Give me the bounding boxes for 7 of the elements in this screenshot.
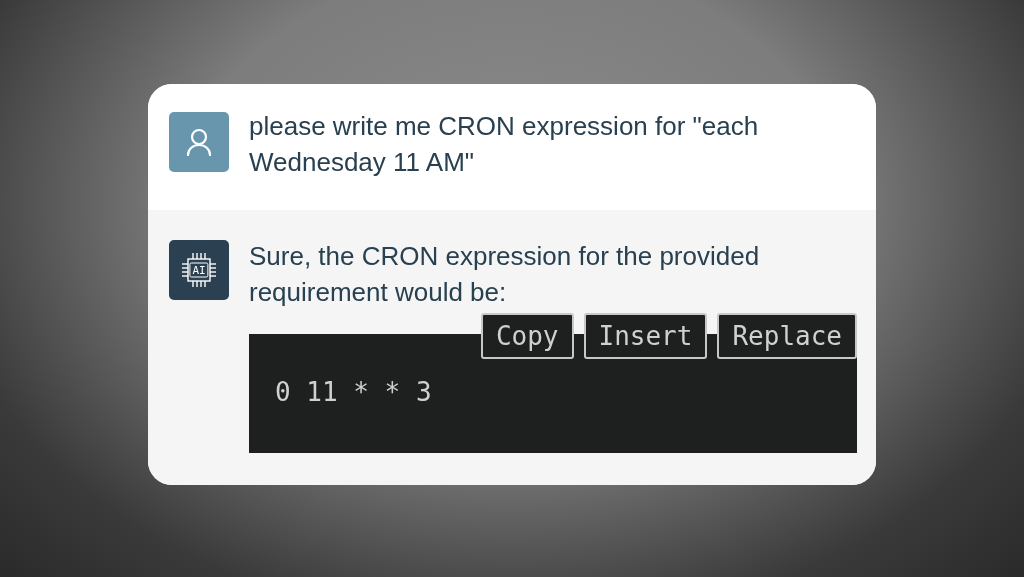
code-action-button[interactable]: Copy	[480, 313, 574, 359]
user-message-text: please write me CRON expression for "each Wednesday 11 AM"	[249, 110, 760, 179]
assistant-message-text: Sure, the CRON expression for the provided requirement would be:	[249, 240, 761, 309]
chip-icon	[180, 251, 218, 289]
code-action-button[interactable]: Insert	[583, 313, 708, 359]
code-action-button[interactable]: Replace	[717, 313, 857, 359]
person-icon	[186, 128, 212, 156]
